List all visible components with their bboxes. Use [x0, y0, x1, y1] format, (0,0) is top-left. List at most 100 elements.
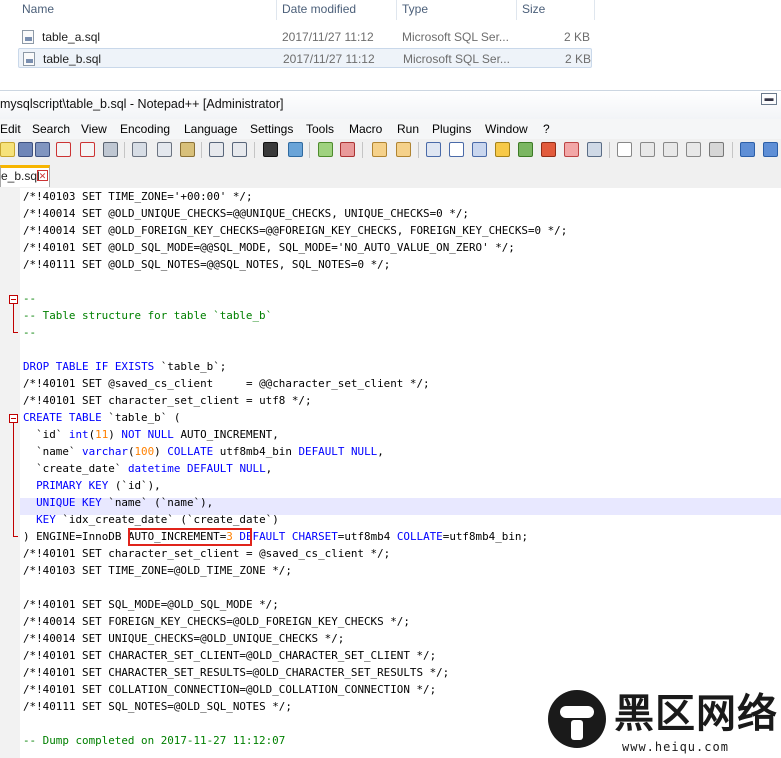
column-separator[interactable]	[516, 0, 517, 20]
fold-line	[13, 332, 18, 333]
code-line: /*!40101 SET character_set_client = utf8…	[23, 394, 312, 407]
menu-help[interactable]: ?	[543, 119, 550, 139]
monitoring-icon[interactable]	[587, 142, 602, 157]
tab-bar: e_b.sql ✕	[0, 161, 781, 189]
menu-macro[interactable]: Macro	[349, 119, 382, 139]
close-tab-icon[interactable]: ✕	[37, 170, 48, 181]
menu-settings[interactable]: Settings	[250, 119, 293, 139]
code-line: /*!40103 SET TIME_ZONE='+00:00' */;	[23, 190, 253, 203]
code-line: /*!40014 SET FOREIGN_KEY_CHECKS=@OLD_FOR…	[23, 615, 410, 628]
code-line: `name` varchar(100) COLLATE utf8mb4_bin …	[36, 445, 384, 458]
show-all-characters-icon[interactable]	[449, 142, 464, 157]
code-line: `id` int(11) NOT NULL AUTO_INCREMENT,	[36, 428, 279, 441]
menu-edit[interactable]: Edit	[0, 119, 21, 139]
toolbar-separator	[418, 142, 419, 158]
code-line: --	[23, 326, 37, 339]
sql-file-icon	[23, 52, 35, 66]
print-icon[interactable]	[103, 142, 118, 157]
notepad-plus-plus-window: mysqlscript\table_b.sql - Notepad++ [Adm…	[0, 90, 781, 758]
menu-bar: Edit Search View Encoding Language Setti…	[0, 119, 781, 139]
word-wrap-icon[interactable]	[426, 142, 441, 157]
cut-icon[interactable]	[132, 142, 147, 157]
file-row[interactable]: table_a.sql 2017/11/27 11:12 Microsoft S…	[18, 27, 592, 47]
folder-as-workspace-icon[interactable]	[564, 142, 579, 157]
title-bar[interactable]: mysqlscript\table_b.sql - Notepad++ [Adm…	[0, 90, 781, 119]
code-editor[interactable]: /*!40103 SET TIME_ZONE='+00:00' */; /*!40…	[0, 188, 781, 758]
menu-view[interactable]: View	[81, 119, 107, 139]
sync-horizontal-icon[interactable]	[396, 142, 411, 157]
code-line: /*!40101 SET CHARACTER_SET_CLIENT=@OLD_C…	[23, 649, 437, 662]
collapse-icon[interactable]	[740, 142, 755, 157]
code-line: /*!40111 SET @OLD_SQL_NOTES=@@SQL_NOTES,…	[23, 258, 391, 271]
new-file-icon[interactable]	[0, 142, 15, 157]
save-all-icon[interactable]	[35, 142, 50, 157]
menu-encoding[interactable]: Encoding	[120, 119, 170, 139]
tab-table-b-sql[interactable]: e_b.sql ✕	[0, 165, 50, 187]
file-size: 2 KB	[564, 30, 591, 44]
paste-icon[interactable]	[180, 142, 195, 157]
replace-icon[interactable]	[288, 142, 303, 157]
toolbar-separator	[124, 142, 125, 158]
redo-icon[interactable]	[232, 142, 247, 157]
menu-plugins[interactable]: Plugins	[432, 119, 471, 139]
fold-toggle-icon[interactable]	[9, 414, 18, 423]
save-macro-icon[interactable]	[709, 142, 724, 157]
fold-line	[13, 304, 14, 332]
run-macro-multiple-icon[interactable]	[686, 142, 701, 157]
indent-guide-icon[interactable]	[472, 142, 487, 157]
stop-macro-icon[interactable]	[640, 142, 655, 157]
save-icon[interactable]	[18, 142, 33, 157]
file-size: 2 KB	[565, 52, 592, 66]
code-line: /*!40101 SET SQL_MODE=@OLD_SQL_MODE */;	[23, 598, 279, 611]
column-separator[interactable]	[594, 0, 595, 20]
undo-icon[interactable]	[209, 142, 224, 157]
code-line: /*!40101 SET character_set_client = @sav…	[23, 547, 391, 560]
tab-label: e_b.sql	[1, 169, 40, 183]
code-line: PRIMARY KEY (`id`),	[36, 479, 161, 492]
play-macro-icon[interactable]	[663, 142, 678, 157]
code-line: /*!40014 SET @OLD_FOREIGN_KEY_CHECKS=@@F…	[23, 224, 568, 237]
toolbar-up-arrow-icon[interactable]	[763, 142, 778, 157]
column-separator[interactable]	[276, 0, 277, 20]
zoom-in-icon[interactable]	[318, 142, 333, 157]
column-header-date[interactable]: Date modified	[282, 0, 356, 18]
code-line: /*!40101 SET CHARACTER_SET_RESULTS=@OLD_…	[23, 666, 450, 679]
fold-toggle-icon[interactable]	[9, 295, 18, 304]
menu-run[interactable]: Run	[397, 119, 419, 139]
column-header-type[interactable]: Type	[402, 0, 428, 18]
function-list-icon[interactable]	[541, 142, 556, 157]
file-row-selected[interactable]: table_b.sql 2017/11/27 11:12 Microsoft S…	[18, 48, 592, 68]
fold-line	[13, 536, 18, 537]
close-all-icon[interactable]	[80, 142, 95, 157]
file-type: Microsoft SQL Ser...	[402, 30, 509, 44]
column-separator[interactable]	[396, 0, 397, 20]
toolbar	[0, 139, 781, 162]
document-map-icon[interactable]	[518, 142, 533, 157]
user-language-icon[interactable]	[495, 142, 510, 157]
file-name: table_b.sql	[43, 52, 102, 66]
code-line: -- Table structure for table `table_b`	[23, 309, 273, 322]
toolbar-separator	[201, 142, 202, 158]
menu-window[interactable]: Window	[485, 119, 528, 139]
menu-language[interactable]: Language	[184, 119, 237, 139]
column-header-size[interactable]: Size	[522, 0, 545, 18]
fold-margin[interactable]	[0, 188, 20, 758]
close-file-icon[interactable]	[56, 142, 71, 157]
zoom-out-icon[interactable]	[340, 142, 355, 157]
copy-icon[interactable]	[157, 142, 172, 157]
record-macro-icon[interactable]	[617, 142, 632, 157]
column-header-name[interactable]: Name	[22, 0, 54, 18]
menu-search[interactable]: Search	[32, 119, 70, 139]
sql-file-icon	[22, 30, 34, 44]
watermark-logo-icon	[571, 720, 583, 740]
file-date: 2017/11/27 11:12	[283, 52, 375, 66]
restore-window-icon[interactable]: ▬	[761, 93, 777, 105]
code-line: /*!40111 SET SQL_NOTES=@OLD_SQL_NOTES */…	[23, 700, 292, 713]
sync-vertical-icon[interactable]	[372, 142, 387, 157]
find-icon[interactable]	[263, 142, 278, 157]
watermark-url: www.heiqu.com	[622, 740, 729, 754]
code-line: /*!40014 SET @OLD_UNIQUE_CHECKS=@@UNIQUE…	[23, 207, 469, 220]
watermark-text: 黑区网络	[614, 691, 778, 737]
menu-tools[interactable]: Tools	[306, 119, 334, 139]
file-type: Microsoft SQL Ser...	[403, 52, 510, 66]
